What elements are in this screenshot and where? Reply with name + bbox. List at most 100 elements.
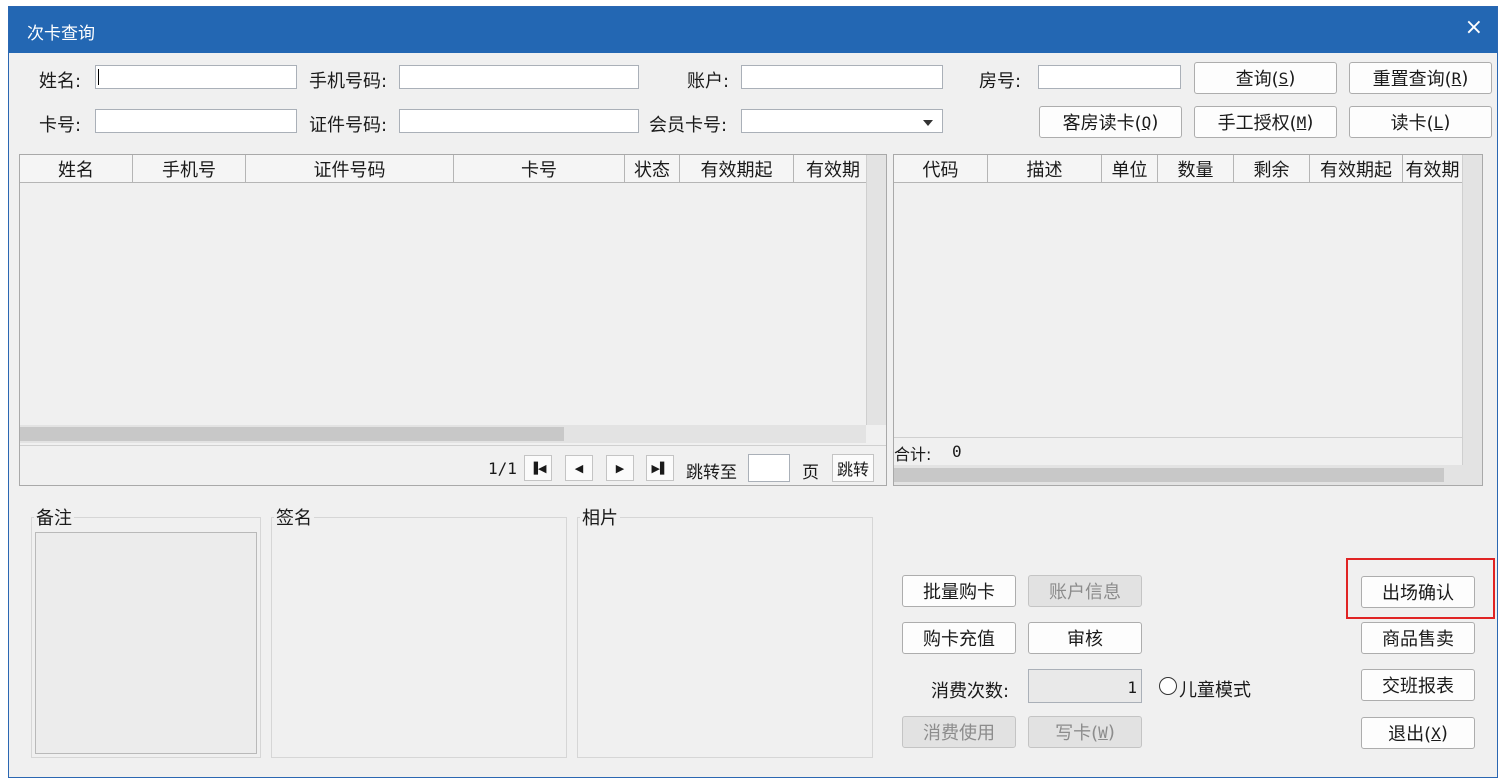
phone-label: 手机号码: [309,71,388,92]
exit-confirm-button[interactable]: 出场确认 [1361,576,1475,608]
scroll-thumb[interactable] [20,427,564,441]
column-header[interactable]: 数量 [1158,155,1234,182]
column-header[interactable]: 证件号码 [246,155,454,182]
total-value: 0 [952,442,962,461]
account-label: 账户: [687,71,730,92]
child-mode-label: 儿童模式 [1179,680,1251,701]
member-card-label: 会员卡号: [649,115,728,136]
write-card-label: 写卡( [1055,723,1099,744]
photo-group: 相片 [577,504,873,758]
prev-page-icon[interactable]: ◀ [565,455,593,481]
write-card-button[interactable]: 写卡(W) [1028,716,1142,748]
consume-count-label: 消费次数: [931,681,1010,702]
query-button-label: 查询( [1235,69,1279,90]
horizontal-scrollbar[interactable] [20,425,866,443]
jump-to-label: 跳转至 [686,463,737,483]
name-input[interactable] [95,65,297,89]
phone-input[interactable] [399,65,639,89]
child-mode-radio[interactable] [1159,677,1177,695]
column-header[interactable]: 描述 [988,155,1102,182]
recharge-button[interactable]: 购卡充值 [902,622,1016,654]
exit-button-close: ) [1440,722,1448,744]
column-header[interactable]: 状态 [625,155,680,182]
reset-query-button[interactable]: 重置查询(R) [1349,62,1492,94]
vertical-scrollbar[interactable] [866,155,886,425]
divider [20,445,886,446]
room-read-hotkey: Q [1141,112,1152,132]
window-title: 次卡查询 [27,24,95,44]
read-card-close: ) [1443,111,1451,133]
item-list-grid[interactable]: 代码 描述 单位 数量 剩余 有效期起 有效期 合计: 0 [893,154,1483,486]
signature-group: 签名 [271,504,567,758]
jump-button[interactable]: 跳转 [832,454,874,482]
shift-report-button[interactable]: 交班报表 [1361,669,1475,701]
chevron-down-icon[interactable] [923,120,933,126]
query-button[interactable]: 查询(S) [1194,62,1337,94]
title-bar: 次卡查询 × [9,7,1497,53]
text-caret [98,69,99,85]
column-header[interactable]: 有效期 [1403,155,1462,182]
divider [894,437,1462,438]
column-header[interactable]: 剩余 [1234,155,1310,182]
room-input[interactable] [1038,65,1181,89]
account-input[interactable] [741,65,943,89]
room-label: 房号: [979,71,1022,92]
id-label: 证件号码: [309,115,388,136]
page-info: 1/1 [488,459,517,478]
query-hotkey: S [1278,68,1289,88]
column-header[interactable]: 手机号 [133,155,246,182]
manual-auth-close: ) [1306,111,1314,133]
reset-button-close: ) [1461,67,1469,89]
member-card-select[interactable] [741,109,943,133]
read-card-hotkey: L [1433,112,1444,132]
goods-sale-button[interactable]: 商品售卖 [1361,622,1475,654]
room-read-card-button[interactable]: 客房读卡(Q) [1039,106,1182,138]
card-label: 卡号: [39,115,82,136]
column-header[interactable]: 姓名 [20,155,133,182]
column-header[interactable]: 单位 [1102,155,1158,182]
signature-title: 签名 [274,504,314,530]
reset-button-label: 重置查询( [1372,69,1452,90]
next-page-icon[interactable]: ▶ [606,455,634,481]
exit-button-label: 退出( [1388,724,1432,745]
consume-use-button[interactable]: 消费使用 [902,716,1016,748]
page-label: 页 [802,463,819,483]
card-list-grid[interactable]: 姓名 手机号 证件号码 卡号 状态 有效期起 有效期 1/1 ▐◀ ◀ ▶ ▶▌… [19,154,887,486]
exit-button[interactable]: 退出(X) [1361,717,1475,749]
remark-textarea[interactable] [35,532,257,754]
batch-buy-card-button[interactable]: 批量购卡 [902,575,1016,607]
first-page-icon[interactable]: ▐◀ [524,455,552,481]
card-number-input[interactable] [95,109,297,133]
manual-auth-button[interactable]: 手工授权(M) [1194,106,1337,138]
remark-title: 备注 [34,504,74,530]
consume-count-input[interactable]: 1 [1028,669,1142,703]
column-header[interactable]: 代码 [894,155,988,182]
close-icon[interactable]: × [1465,15,1483,40]
write-card-hotkey: W [1098,722,1108,742]
read-card-label: 读卡( [1390,113,1434,134]
column-header[interactable]: 有效期起 [1310,155,1403,182]
room-read-label: 客房读卡( [1062,113,1142,134]
total-label: 合计: [894,445,932,464]
audit-button[interactable]: 审核 [1028,622,1142,654]
scroll-thumb[interactable] [894,468,1444,482]
card-list-header: 姓名 手机号 证件号码 卡号 状态 有效期起 有效期 [20,155,866,183]
card-query-window: 次卡查询 × 姓名: 手机号码: 账户: 房号: 查询(S) 重置查询(R) 卡… [8,6,1498,778]
write-card-close: ) [1107,721,1115,743]
manual-auth-hotkey: M [1296,112,1307,132]
horizontal-scrollbar[interactable] [894,465,1482,485]
reset-hotkey: R [1451,68,1462,88]
query-button-close: ) [1288,67,1296,89]
column-header[interactable]: 卡号 [454,155,625,182]
item-list-header: 代码 描述 单位 数量 剩余 有效期起 有效期 [894,155,1462,183]
read-card-button[interactable]: 读卡(L) [1349,106,1492,138]
account-info-button[interactable]: 账户信息 [1028,575,1142,607]
id-number-input[interactable] [399,109,639,133]
column-header[interactable]: 有效期起 [680,155,794,182]
manual-auth-label: 手工授权( [1217,113,1297,134]
jump-page-input[interactable] [748,454,790,482]
column-header[interactable]: 有效期 [794,155,866,182]
last-page-icon[interactable]: ▶▌ [646,455,674,481]
photo-title: 相片 [580,504,620,530]
vertical-scrollbar[interactable] [1462,155,1482,465]
